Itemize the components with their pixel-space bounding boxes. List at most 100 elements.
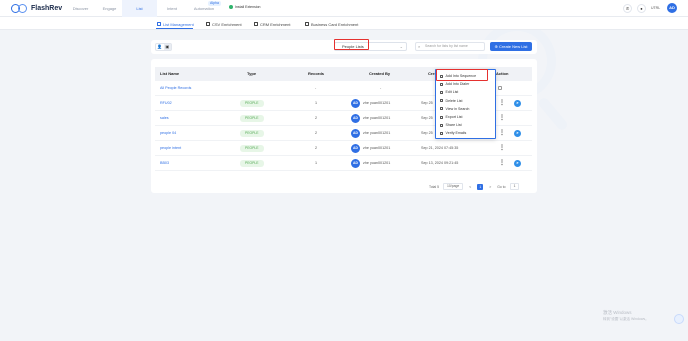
creator-avatar: AD: [351, 129, 360, 138]
header-created-at: Cre: [428, 71, 435, 76]
table-row: BB03 PEOPLE 1 AD zhe yuan001201 Sep 13, …: [155, 156, 532, 171]
records-cell: 1: [315, 101, 318, 105]
creator-avatar: AD: [351, 144, 360, 153]
menu-export-list[interactable]: Export List: [436, 113, 495, 121]
header-list-name: List Name: [160, 71, 180, 76]
creator-name: zhe yuan001201: [363, 116, 391, 120]
header-created-by: Created By: [369, 71, 391, 76]
creator-name: zhe yuan001201: [363, 101, 391, 105]
nav-list[interactable]: List: [122, 0, 157, 17]
csv-icon: [206, 22, 210, 26]
total-count: Total 5: [429, 184, 439, 189]
created-date: Sep 25: [421, 116, 433, 120]
type-tag: PEOPLE: [240, 145, 264, 152]
list-name-link[interactable]: people intent: [160, 141, 181, 156]
creator-avatar: AD: [351, 114, 360, 123]
list-name-link[interactable]: sales: [160, 111, 169, 126]
sequence-icon[interactable]: ➤: [514, 130, 521, 137]
records-cell: 2: [315, 146, 318, 150]
card-icon: [305, 22, 309, 26]
menu-share-list[interactable]: Share List: [436, 121, 495, 129]
nav-intent[interactable]: Intent: [157, 0, 187, 17]
goto-label: Go to: [497, 184, 506, 189]
more-actions-icon[interactable]: ⋮: [499, 141, 505, 156]
edit-icon: [440, 90, 443, 94]
sub-navigation: List Management CSV Enrichment CRM Enric…: [0, 17, 688, 30]
list-name-link[interactable]: All People Records: [160, 81, 191, 96]
view-toggle[interactable]: 👤 ▣: [155, 43, 172, 51]
list-name-link[interactable]: people 04: [160, 126, 176, 141]
logo-icon: [11, 4, 28, 13]
tab-csv-enrichment[interactable]: CSV Enrichment: [206, 20, 242, 28]
more-actions-icon[interactable]: ⋮: [499, 111, 505, 126]
creator-name: zhe yuan001201: [363, 131, 391, 135]
next-page-button[interactable]: >: [487, 184, 493, 190]
created-date: Sep 25: [421, 131, 433, 135]
more-actions-icon[interactable]: ⋮: [499, 96, 505, 111]
goto-input[interactable]: 1: [509, 183, 520, 190]
menu-verify-emails[interactable]: Verify Emails: [436, 129, 495, 137]
pagination: Total 5 10/page < 1 > Go to 1: [429, 183, 523, 190]
trash-icon: [440, 99, 443, 103]
history-icon[interactable]: [498, 86, 502, 90]
more-actions-icon[interactable]: ⋮: [499, 156, 505, 171]
install-extension-link[interactable]: Install Extension: [229, 5, 261, 9]
phone-icon[interactable]: ✆: [623, 4, 632, 13]
create-new-list-button[interactable]: ⊕ Create New List: [490, 42, 532, 51]
top-navigation-bar: FlashRev Discover Engage List Intent Aut…: [0, 0, 688, 17]
header-action: Action: [496, 71, 509, 76]
menu-highlight-box: [436, 69, 488, 81]
menu-edit-list[interactable]: Edit List: [436, 88, 495, 96]
created-date: Sep 25: [421, 101, 433, 105]
type-tag: PEOPLE: [240, 160, 264, 167]
user-avatar[interactable]: AD: [667, 3, 677, 13]
list-icon: [157, 22, 161, 26]
prev-page-button[interactable]: <: [467, 184, 473, 190]
person-icon[interactable]: 👤: [156, 44, 164, 50]
select-highlight-box: [334, 39, 369, 50]
page-size-select[interactable]: 10/page: [443, 183, 464, 190]
bell-icon[interactable]: ●: [637, 4, 646, 13]
active-tab-underline: [156, 28, 193, 29]
install-extension-label: Install Extension: [235, 5, 261, 9]
language-switch[interactable]: UTRL: [651, 6, 660, 10]
alpha-badge: Alpha: [208, 1, 221, 6]
menu-add-into-dialer[interactable]: Add Into Dialer: [436, 80, 495, 88]
share-icon: [440, 123, 443, 127]
chevron-down-icon: ⌄: [399, 44, 403, 49]
records-cell: 2: [315, 131, 318, 135]
creator-avatar: AD: [351, 99, 360, 108]
creator-name: zhe yuan001201: [363, 161, 391, 165]
menu-delete-list[interactable]: Delete List: [436, 97, 495, 105]
menu-view-in-search[interactable]: View in Search: [436, 105, 495, 113]
sequence-icon[interactable]: ➤: [514, 100, 521, 107]
crm-icon: [254, 22, 258, 26]
tab-crm-enrichment[interactable]: CRM Enrichment: [254, 20, 290, 28]
search-icon: ⌕: [418, 44, 421, 49]
floating-help-button[interactable]: [674, 314, 684, 324]
list-name-link[interactable]: RFU02: [160, 96, 172, 111]
app-logo[interactable]: FlashRev: [11, 4, 62, 13]
creator-cell: -: [380, 86, 382, 90]
records-cell: 1: [315, 161, 318, 165]
more-actions-icon[interactable]: ⋮: [499, 126, 505, 141]
type-tag: PEOPLE: [240, 100, 264, 107]
chrome-icon: [229, 5, 233, 9]
page-number[interactable]: 1: [477, 183, 484, 190]
tab-business-card-enrichment[interactable]: Business Card Enrichment: [305, 20, 358, 28]
tab-list-management[interactable]: List Management: [157, 20, 194, 28]
dialer-icon: [440, 82, 443, 86]
table-row: people intent PEOPLE 2 AD zhe yuan001201…: [155, 141, 532, 156]
records-cell: 2: [315, 116, 318, 120]
search-input[interactable]: ⌕ Search for lists by list name: [415, 42, 485, 51]
created-date: Sep 13, 2024 09:21:45: [421, 161, 459, 165]
company-icon[interactable]: ▣: [163, 44, 171, 50]
list-name-link[interactable]: BB03: [160, 156, 169, 171]
created-date: Sep 21, 2024 07:45:35: [421, 146, 459, 150]
records-cell: -: [315, 86, 317, 90]
search-menu-icon: [440, 107, 443, 111]
sequence-icon[interactable]: ➤: [514, 160, 521, 167]
background-search-watermark-handle: [536, 96, 570, 132]
windows-activation-watermark: 激活 Windows 转到"设置"以激活 Windows。: [603, 310, 649, 321]
creator-name: zhe yuan001201: [363, 146, 391, 150]
